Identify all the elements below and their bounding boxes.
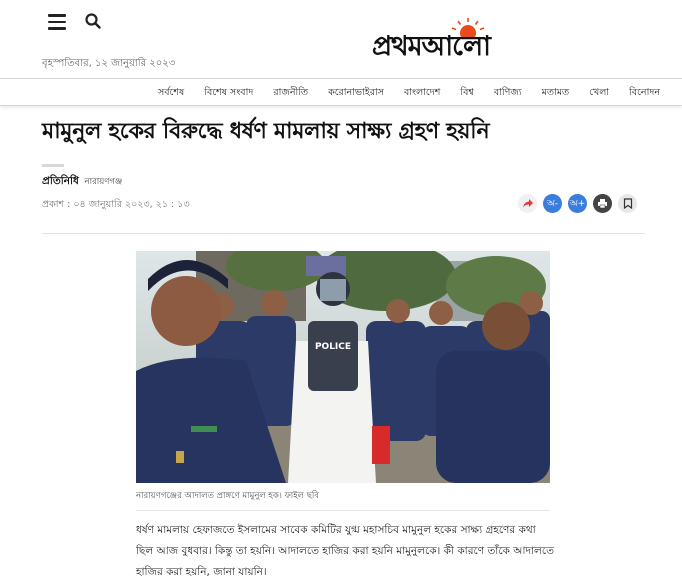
logo-text: প্রথমআলো <box>372 31 491 62</box>
article-photo[interactable]: POLICE <box>136 251 550 483</box>
search-icon[interactable] <box>84 12 102 30</box>
font-increase-button[interactable]: অ+ <box>568 194 587 213</box>
site-header: বৃহস্পতিবার, ১২ জানুয়ারি ২০২৩ প্রথমআলো <box>0 0 682 78</box>
nav-item-bangladesh[interactable]: বাংলাদেশ <box>394 86 450 101</box>
nav-item-entertainment[interactable]: বিনোদন <box>619 86 670 101</box>
nav-item-world[interactable]: বিশ্ব <box>450 86 483 101</box>
publish-date: প্রকাশ : ০৪ জানুয়ারি ২০২৩, ২১ : ১৩ <box>42 199 190 210</box>
author-divider <box>42 164 64 167</box>
photo-caption: নারায়ণগঞ্জের আদালত প্রাঙ্গণে মামুনুল হক… <box>136 491 320 501</box>
bookmark-icon <box>623 198 632 209</box>
nav-item-sports[interactable]: খেলা <box>579 86 619 101</box>
share-button[interactable] <box>518 194 537 213</box>
caption-divider <box>136 510 550 511</box>
nav-item-business[interactable]: বাণিজ্য <box>484 86 532 101</box>
article-divider <box>42 233 645 234</box>
print-icon <box>598 199 607 209</box>
font-decrease-button[interactable]: অ- <box>543 194 562 213</box>
nav-item-opinion[interactable]: মতামত <box>532 86 580 101</box>
article-body: ধর্ষণ মামলায় হেফাজতে ইসলামের সাবেক কমিট… <box>136 524 554 578</box>
nav-item-special[interactable]: বিশেষ সংবাদ <box>194 86 263 101</box>
share-arrow-icon <box>522 198 533 208</box>
nav-item-latest[interactable]: সর্বশেষ <box>148 86 194 101</box>
police-vest-label: POLICE <box>315 342 351 352</box>
nav-item-coronavirus[interactable]: করোনাভাইরাস <box>318 86 394 101</box>
nav-item-politics[interactable]: রাজনীতি <box>263 86 318 101</box>
author-place: নারায়ণগঞ্জ <box>84 177 123 187</box>
hamburger-menu-icon[interactable] <box>48 14 66 30</box>
current-date: বৃহস্পতিবার, ১২ জানুয়ারি ২০২৩ <box>42 58 176 69</box>
police-escort-photo: POLICE <box>136 251 550 483</box>
main-nav: সর্বশেষ বিশেষ সংবাদ রাজনীতি করোনাভাইরাস … <box>0 78 682 106</box>
site-logo[interactable]: প্রথমআলো <box>372 12 552 62</box>
article-author[interactable]: প্রতিনিধি নারায়ণগঞ্জ <box>42 174 122 191</box>
share-toolbar: অ- অ+ <box>518 194 637 213</box>
print-button[interactable] <box>593 194 612 213</box>
author-name: প্রতিনিধি <box>42 175 79 187</box>
bookmark-button[interactable] <box>618 194 637 213</box>
article-headline: মামুনুল হকের বিরুদ্ধে ধর্ষণ মামলায় সাক্… <box>42 119 490 144</box>
nav-items: সর্বশেষ বিশেষ সংবাদ রাজনীতি করোনাভাইরাস … <box>148 86 670 101</box>
